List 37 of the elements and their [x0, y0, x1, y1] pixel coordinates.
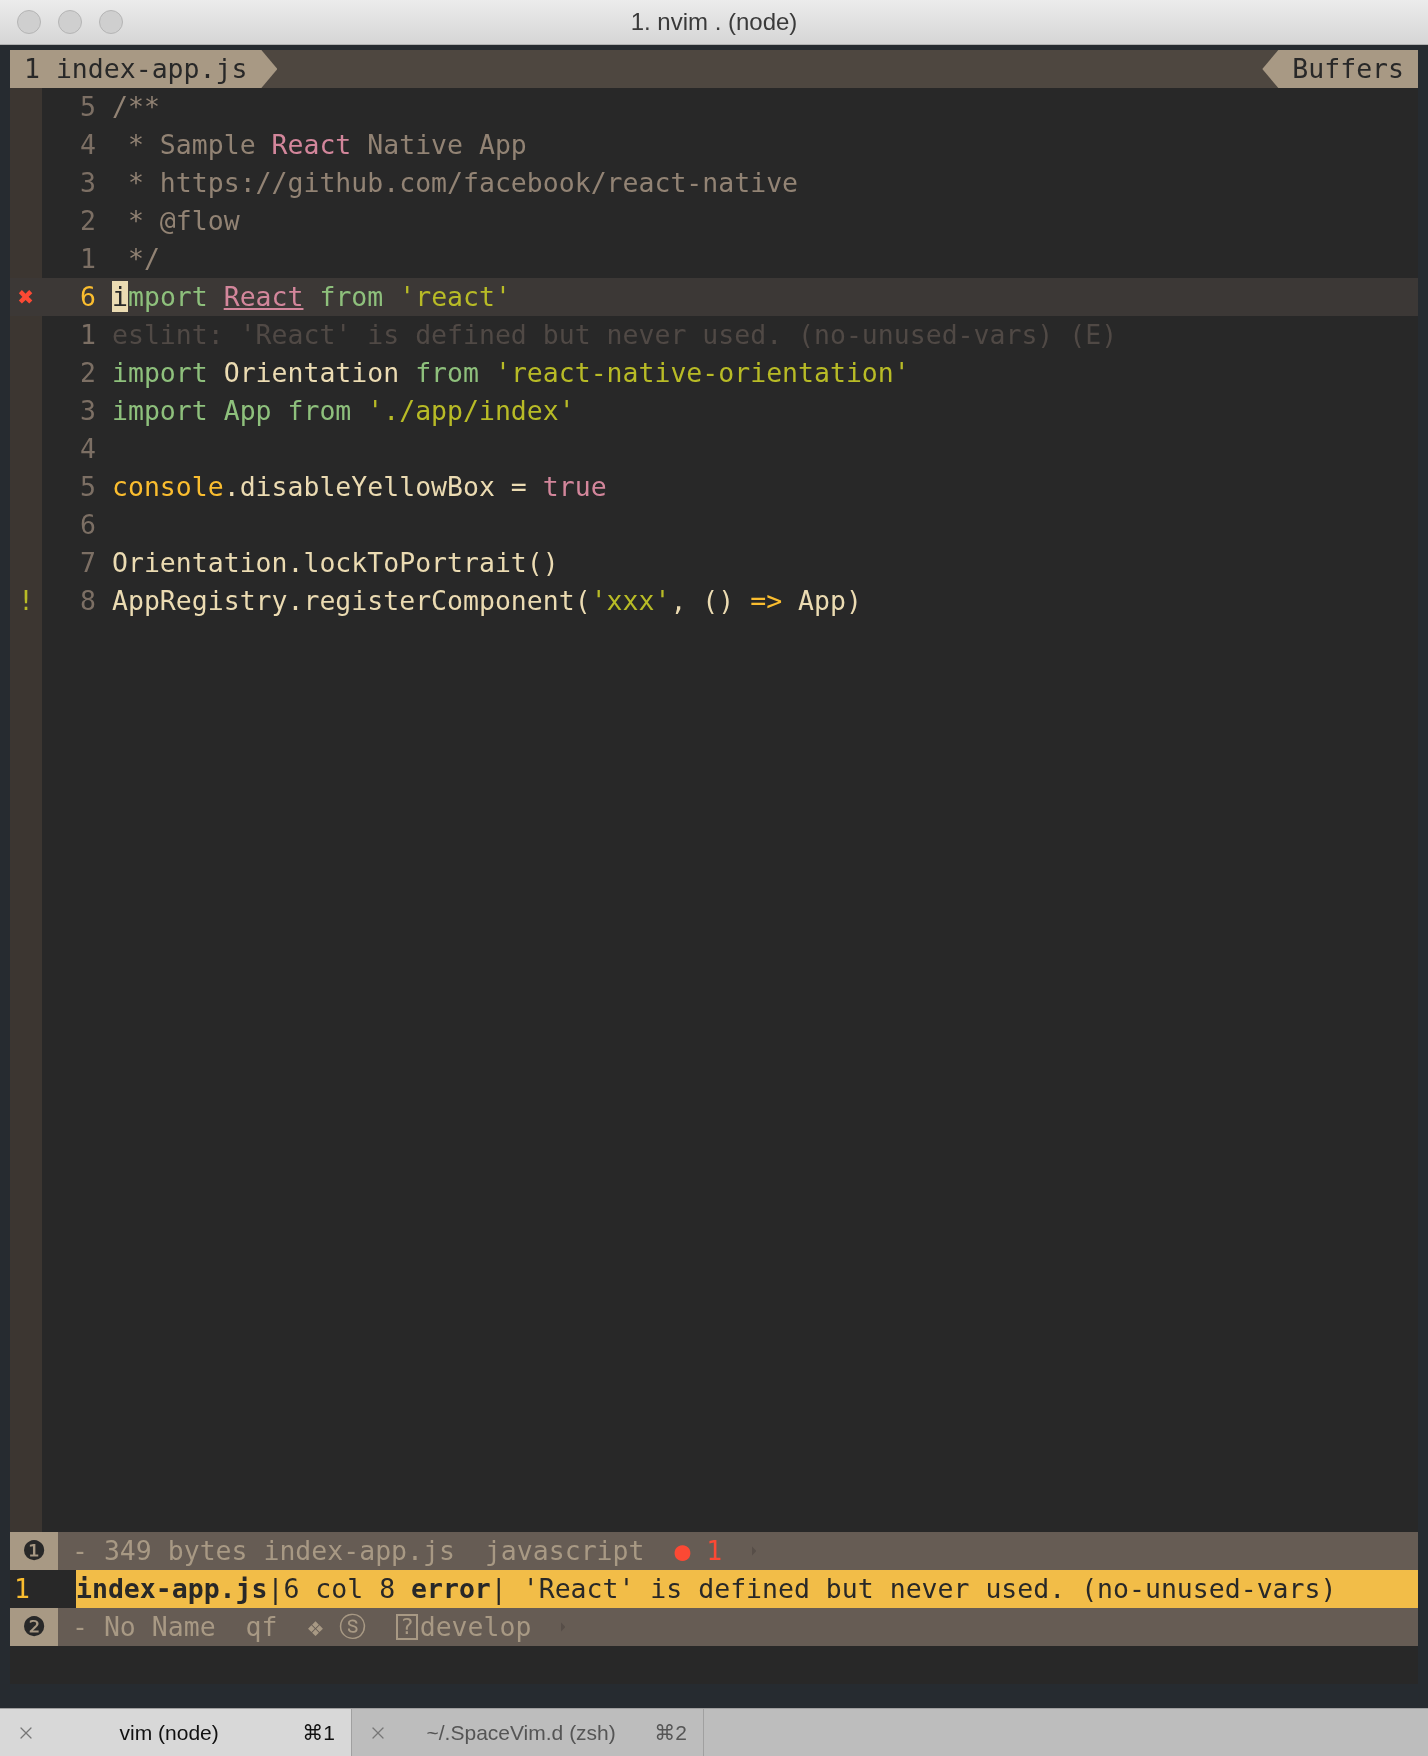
line-number: 3: [79, 166, 97, 200]
window-title: 1. nvim . (node): [630, 8, 798, 36]
close-window-icon[interactable]: [17, 10, 41, 34]
line-number: 5: [79, 90, 97, 124]
line-number: 7: [79, 546, 97, 580]
code-line: Orientation.lockToPortrait(): [112, 546, 559, 580]
line-number: 4: [79, 128, 97, 162]
code-line: /**: [112, 90, 160, 124]
line-number: 2: [79, 356, 97, 390]
buffer-tab[interactable]: 1 index-app.js: [10, 50, 278, 88]
quickfix-entry[interactable]: index-app.js|6 col 8 error| 'React' is defined but never used. (no-unused-vars): [76, 1570, 1418, 1608]
line-number: 1: [79, 242, 97, 276]
line-number: 5: [79, 470, 97, 504]
line-number: 6: [79, 280, 97, 314]
zoom-window-icon[interactable]: [99, 10, 123, 34]
code-line: import React from 'react': [112, 280, 511, 314]
code-line: * @flow: [126, 204, 240, 238]
warning-sign: !: [17, 584, 35, 618]
question-box-icon: ?: [396, 1614, 418, 1640]
code-line: import Orientation from 'react-native-orientation': [112, 356, 910, 390]
code-line: * Sample React Native App: [126, 128, 527, 162]
line-number: 6: [79, 508, 97, 542]
code-line: AppRegistry.registerComponent('xxx', () => App): [112, 584, 862, 618]
line-number: 1: [13, 1572, 31, 1606]
error-sign: ✖: [17, 280, 35, 314]
code-line: console.disableYellowBox = true: [112, 470, 607, 504]
code-line: */: [126, 242, 160, 276]
line-number: 3: [79, 394, 97, 428]
line-number: 1: [79, 318, 97, 352]
terminal-tab[interactable]: vim (node) ⌘1: [0, 1709, 352, 1756]
line-number: 8: [79, 584, 97, 618]
code-line: * https://github.com/facebook/react-native: [126, 166, 799, 200]
code-line: import App from './app/index': [112, 394, 575, 428]
line-number: 2: [79, 204, 97, 238]
minimize-window-icon[interactable]: [58, 10, 82, 34]
line-number: 4: [79, 432, 97, 466]
buffers-label: Buffers: [1262, 50, 1418, 88]
